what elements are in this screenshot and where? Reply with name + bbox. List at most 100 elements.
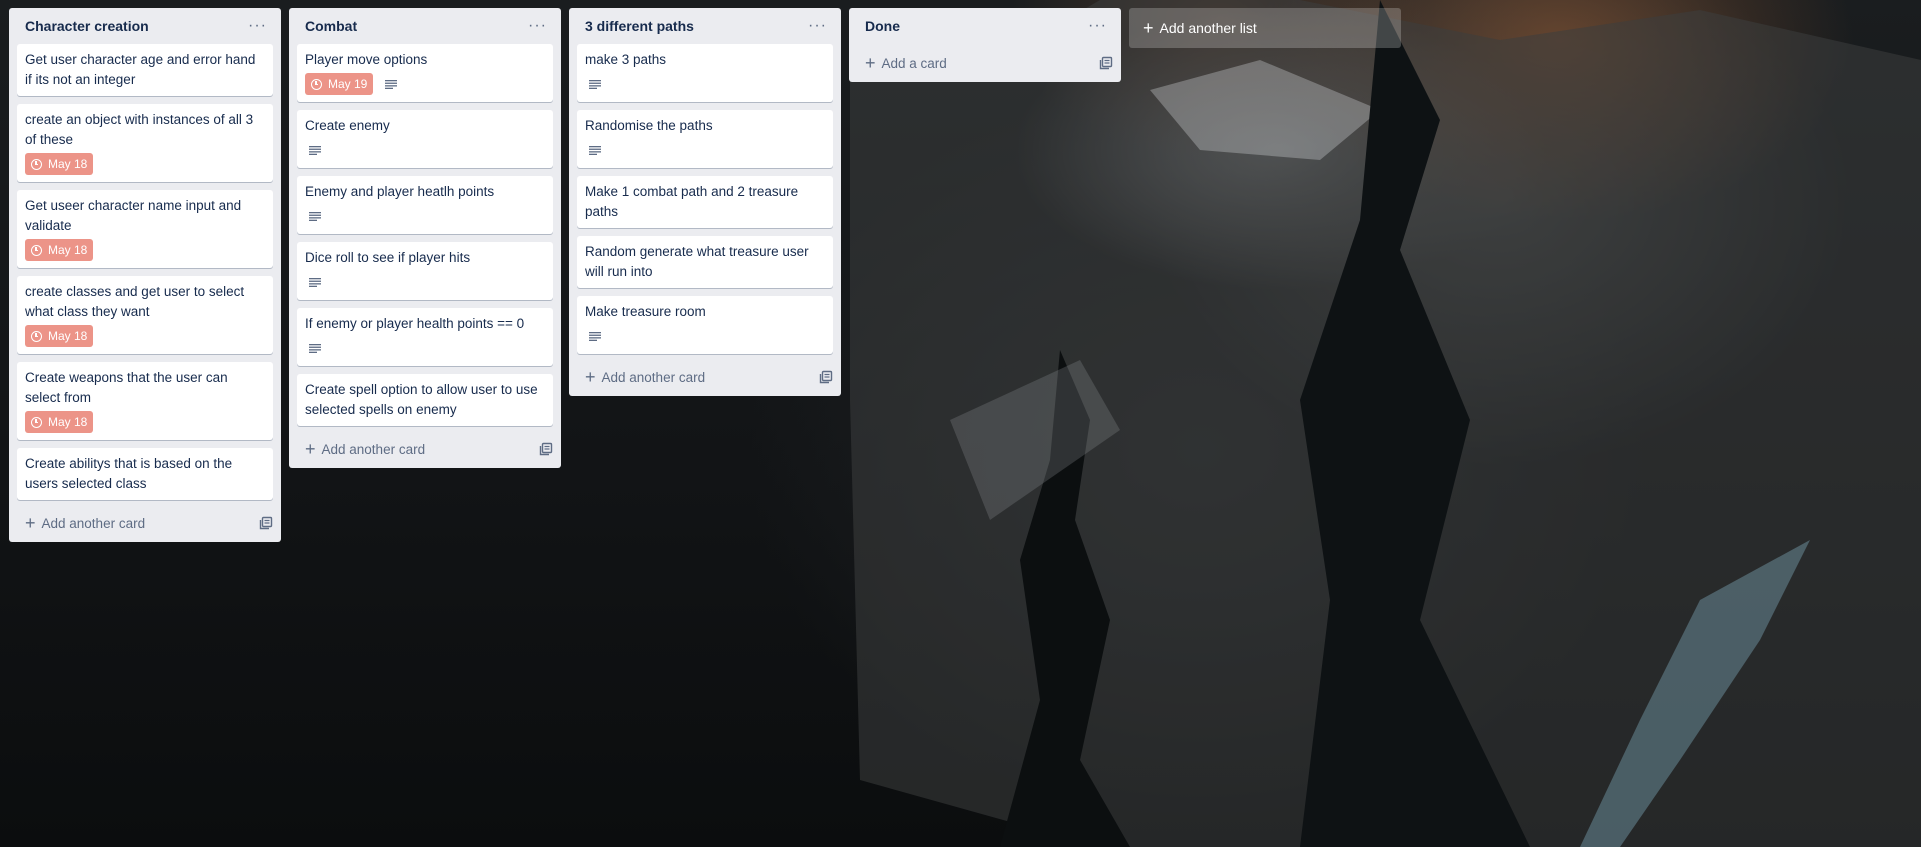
description-icon bbox=[309, 343, 321, 353]
card-template-icon[interactable] bbox=[819, 370, 833, 384]
card[interactable]: Create weapons that the user can select … bbox=[17, 362, 273, 440]
ellipsis-icon[interactable]: ··· bbox=[242, 16, 273, 36]
card-title: Make treasure room bbox=[585, 304, 706, 319]
plus-icon: + bbox=[1143, 18, 1154, 38]
plus-icon: + bbox=[305, 439, 316, 459]
add-card-label: Add another card bbox=[41, 515, 146, 531]
add-card-label: Add another card bbox=[321, 441, 426, 457]
description-icon bbox=[309, 145, 321, 155]
card-badges: May 18 bbox=[25, 410, 265, 434]
card[interactable]: Player move options May 19 bbox=[297, 44, 553, 102]
clock-icon bbox=[31, 416, 42, 428]
add-card-button[interactable]: + Add another card bbox=[305, 439, 426, 459]
board: Character creation ··· Get user characte… bbox=[0, 0, 1921, 847]
card-title: Create enemy bbox=[305, 118, 390, 133]
card[interactable]: Get user character age and error hand if… bbox=[17, 44, 273, 96]
card-template-icon[interactable] bbox=[259, 516, 273, 530]
due-date-badge[interactable]: May 19 bbox=[305, 73, 374, 95]
card-list: make 3 paths Randomise the paths Make 1 … bbox=[569, 44, 841, 354]
description-icon bbox=[385, 79, 398, 89]
plus-icon: + bbox=[585, 367, 596, 387]
clock-icon bbox=[31, 330, 42, 342]
list-header[interactable]: Combat ··· bbox=[289, 8, 561, 44]
list-header[interactable]: Done ··· bbox=[849, 8, 1121, 44]
card-title: Get user character age and error hand if… bbox=[25, 52, 256, 87]
due-date-label: May 18 bbox=[48, 415, 88, 429]
plus-icon: + bbox=[865, 53, 876, 73]
due-date-label: May 18 bbox=[48, 329, 88, 343]
list-footer: + Add another card bbox=[569, 358, 841, 396]
card-title: Player move options bbox=[305, 52, 428, 67]
description-icon bbox=[589, 331, 601, 341]
card[interactable]: Get useer character name input and valid… bbox=[17, 190, 273, 268]
card[interactable]: Create abilitys that is based on the use… bbox=[17, 448, 273, 500]
card[interactable]: Randomise the paths bbox=[577, 110, 833, 168]
due-date-badge[interactable]: May 18 bbox=[25, 325, 94, 347]
list-header[interactable]: 3 different paths ··· bbox=[569, 8, 841, 44]
card[interactable]: create classes and get user to select wh… bbox=[17, 276, 273, 354]
due-date-badge[interactable]: May 18 bbox=[25, 239, 94, 261]
card-title: Create abilitys that is based on the use… bbox=[25, 456, 233, 491]
card[interactable]: Create enemy bbox=[297, 110, 553, 168]
add-card-button[interactable]: + Add another card bbox=[585, 367, 706, 387]
card-template-icon[interactable] bbox=[1099, 56, 1113, 70]
card-list: Get user character age and error hand if… bbox=[9, 44, 281, 500]
card-title: Enemy and player heatlh points bbox=[305, 184, 495, 199]
card-badges: May 18 bbox=[25, 238, 265, 262]
card[interactable]: If enemy or player health points == 0 bbox=[297, 308, 553, 366]
list-title[interactable]: Done bbox=[865, 18, 900, 34]
list-title[interactable]: 3 different paths bbox=[585, 18, 694, 34]
card[interactable]: Make treasure room bbox=[577, 296, 833, 354]
card[interactable]: Create spell option to allow user to use… bbox=[297, 374, 553, 426]
card[interactable]: Make 1 combat path and 2 treasure paths bbox=[577, 176, 833, 228]
card-list: Player move options May 19 Create enemy … bbox=[289, 44, 561, 426]
card-title: create classes and get user to select wh… bbox=[25, 284, 245, 319]
add-card-button[interactable]: + Add another card bbox=[25, 514, 146, 532]
card-title: make 3 paths bbox=[585, 52, 667, 67]
card[interactable]: Random generate what treasure user will … bbox=[577, 236, 833, 288]
card[interactable]: Enemy and player heatlh points bbox=[297, 176, 553, 234]
add-card-button[interactable]: + Add a card bbox=[865, 53, 947, 73]
card-template-icon[interactable] bbox=[539, 442, 553, 456]
card-title: Randomise the paths bbox=[585, 118, 713, 133]
list-footer: + Add a card bbox=[849, 44, 1121, 82]
card[interactable]: make 3 paths bbox=[577, 44, 833, 102]
list-footer: + Add another card bbox=[289, 430, 561, 468]
list: 3 different paths ··· make 3 paths Rando… bbox=[569, 8, 841, 396]
list-header[interactable]: Character creation ··· bbox=[9, 8, 281, 44]
add-card-label: Add another card bbox=[601, 369, 706, 385]
description-icon bbox=[309, 277, 321, 287]
card-badges bbox=[585, 324, 825, 348]
list-footer: + Add another card bbox=[9, 504, 281, 542]
card-badges: May 18 bbox=[25, 152, 265, 176]
lists-container: Character creation ··· Get user characte… bbox=[0, 0, 1401, 542]
card[interactable]: Dice roll to see if player hits bbox=[297, 242, 553, 300]
description-icon bbox=[589, 145, 601, 155]
card-badges bbox=[305, 204, 545, 228]
card-badges bbox=[305, 138, 545, 162]
due-date-label: May 18 bbox=[48, 243, 88, 257]
card-badges: May 19 bbox=[305, 72, 545, 96]
description-icon bbox=[309, 211, 321, 221]
card-title: Create spell option to allow user to use… bbox=[305, 382, 538, 417]
add-list-label: Add another list bbox=[1159, 20, 1257, 36]
due-date-label: May 19 bbox=[328, 77, 368, 91]
card-title: Random generate what treasure user will … bbox=[585, 244, 809, 279]
clock-icon bbox=[311, 78, 322, 90]
add-card-label: Add a card bbox=[881, 55, 947, 71]
ellipsis-icon[interactable]: ··· bbox=[522, 16, 553, 36]
ellipsis-icon[interactable]: ··· bbox=[802, 16, 833, 36]
list-title[interactable]: Character creation bbox=[25, 18, 149, 34]
description-icon bbox=[589, 79, 601, 89]
card-badges bbox=[585, 72, 825, 96]
card-title: create an object with instances of all 3… bbox=[25, 112, 254, 147]
list-title[interactable]: Combat bbox=[305, 18, 357, 34]
due-date-badge[interactable]: May 18 bbox=[25, 153, 94, 175]
card-title: Make 1 combat path and 2 treasure paths bbox=[585, 184, 799, 219]
card[interactable]: create an object with instances of all 3… bbox=[17, 104, 273, 182]
add-list-button[interactable]: + Add another list bbox=[1129, 8, 1401, 48]
card-badges: May 18 bbox=[25, 324, 265, 348]
list: Done ··· + Add a card bbox=[849, 8, 1121, 82]
due-date-badge[interactable]: May 18 bbox=[25, 411, 94, 433]
ellipsis-icon[interactable]: ··· bbox=[1082, 16, 1113, 36]
